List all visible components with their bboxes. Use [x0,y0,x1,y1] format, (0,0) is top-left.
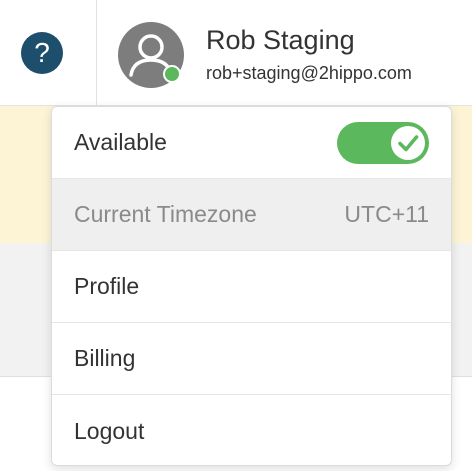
user-email: rob+staging@2hippo.com [206,63,412,83]
user-dropdown-menu: Available Current Timezone UTC+11 Profil… [51,106,452,466]
billing-label: Billing [74,345,136,371]
help-button[interactable]: ? [21,32,63,74]
profile-label: Profile [74,273,140,299]
available-label: Available [74,129,167,155]
menu-item-timezone: Current Timezone UTC+11 [52,179,451,251]
check-icon [398,134,419,151]
timezone-value: UTC+11 [344,201,429,227]
timezone-label: Current Timezone [74,201,257,227]
menu-item-available[interactable]: Available [52,107,451,179]
menu-item-logout[interactable]: Logout [52,395,451,465]
menu-item-profile[interactable]: Profile [52,251,451,323]
toggle-knob [391,125,425,160]
logout-label: Logout [74,417,145,444]
online-status-icon [163,65,181,83]
top-bar-divider [96,0,97,105]
available-toggle[interactable] [337,121,429,164]
user-name: Rob Staging [206,25,355,55]
menu-item-billing[interactable]: Billing [52,323,451,395]
